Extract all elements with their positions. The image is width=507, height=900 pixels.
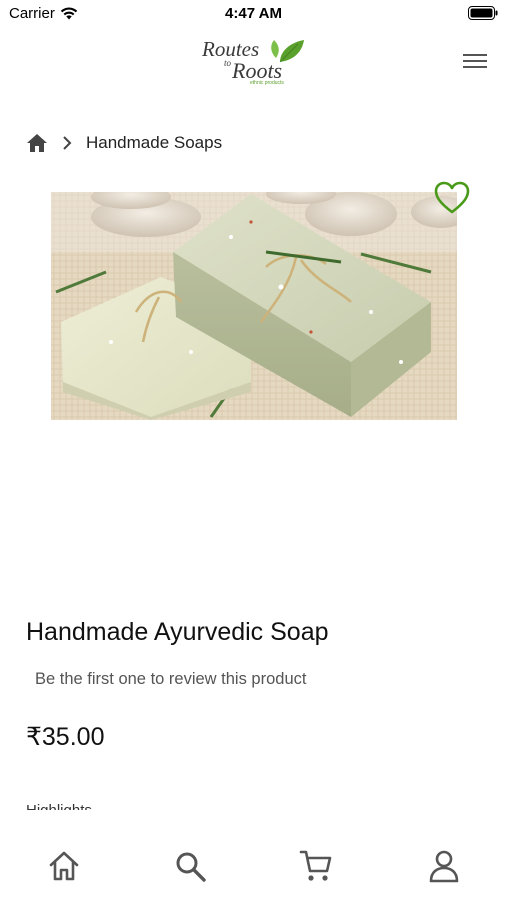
nav-cart-icon[interactable] — [298, 848, 334, 884]
highlights-label: Highlights — [26, 798, 92, 810]
wishlist-heart-icon[interactable] — [434, 181, 470, 215]
highlights-heading: Highlights — [26, 798, 92, 810]
status-bar: Carrier 4:47 AM — [0, 0, 507, 28]
logo-tagline: ethnic products — [250, 80, 284, 86]
routes-to-roots-logo[interactable]: Routes to Roots ethnic products — [200, 32, 308, 90]
chevron-right-icon — [63, 136, 72, 150]
logo-word-to: to — [224, 58, 232, 68]
breadcrumb-current[interactable]: Handmade Soaps — [86, 133, 222, 153]
bottom-navigation — [0, 810, 507, 900]
product-price: ₹35.00 — [26, 723, 105, 751]
battery-icon — [468, 6, 498, 20]
menu-line-icon — [463, 60, 487, 62]
breadcrumb: Handmade Soaps — [26, 130, 222, 156]
nav-home-icon[interactable] — [46, 848, 82, 884]
product-image[interactable] — [51, 192, 457, 420]
status-time: 4:47 AM — [225, 5, 282, 22]
home-crumb-icon[interactable] — [26, 133, 48, 153]
nav-account-icon[interactable] — [426, 848, 462, 884]
hamburger-menu-button[interactable] — [463, 50, 489, 72]
product-title: Handmade Ayurvedic Soap — [26, 618, 329, 646]
nav-search-icon[interactable] — [172, 848, 208, 884]
review-prompt-link[interactable]: Be the first one to review this product — [35, 670, 306, 689]
menu-line-icon — [463, 66, 487, 68]
app-header: Routes to Roots ethnic products — [0, 28, 507, 94]
menu-line-icon — [463, 54, 487, 56]
